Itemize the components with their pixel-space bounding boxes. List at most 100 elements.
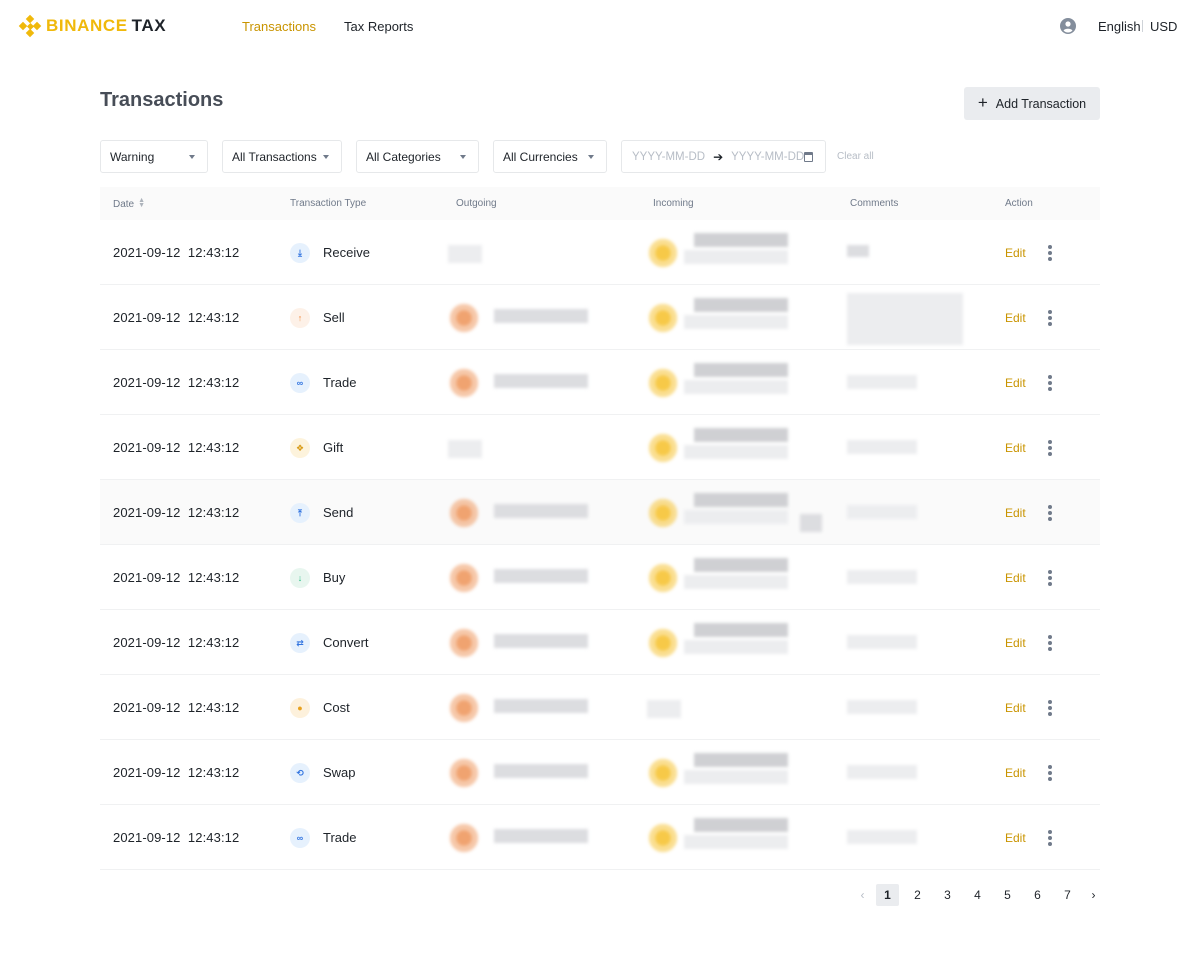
- clear-all-link[interactable]: Clear all: [837, 151, 874, 162]
- redacted-amount: [694, 298, 788, 312]
- edit-link[interactable]: Edit: [1005, 831, 1026, 845]
- more-options-icon[interactable]: [1045, 763, 1055, 783]
- transaction-type: Send: [323, 505, 354, 520]
- link-icon: ∞: [290, 373, 310, 393]
- edit-link[interactable]: Edit: [1005, 571, 1026, 585]
- redacted-amount: [494, 829, 588, 843]
- coin-icon: [645, 365, 681, 401]
- redacted-amount: [694, 818, 788, 832]
- table-row[interactable]: 2021-09-12 12:43:12 ↓ Buy Edit: [100, 545, 1100, 610]
- nav-transactions[interactable]: Transactions: [242, 19, 316, 34]
- pagination-page[interactable]: 1: [876, 884, 899, 906]
- redacted-amount: [494, 504, 588, 518]
- redacted-amount: [694, 233, 788, 247]
- pagination-next[interactable]: ›: [1082, 884, 1105, 906]
- more-options-icon[interactable]: [1045, 373, 1055, 393]
- edit-link[interactable]: Edit: [1005, 766, 1026, 780]
- calendar-icon[interactable]: [804, 152, 813, 162]
- pagination-prev[interactable]: ‹: [851, 884, 874, 906]
- more-options-icon[interactable]: [1045, 828, 1055, 848]
- date-to-input[interactable]: YYYY-MM-DD: [731, 151, 804, 163]
- add-transaction-button[interactable]: + Add Transaction: [964, 87, 1100, 120]
- arrow-down-icon: ↓: [290, 568, 310, 588]
- redacted-amount: [694, 558, 788, 572]
- table-row[interactable]: 2021-09-12 12:43:12 ↑ Sell Edit: [100, 285, 1100, 350]
- column-header-incoming: Incoming: [653, 198, 694, 209]
- redacted-amount: [647, 700, 681, 718]
- sort-icon[interactable]: ▲ ▼: [138, 197, 145, 209]
- edit-link[interactable]: Edit: [1005, 701, 1026, 715]
- edit-link[interactable]: Edit: [1005, 246, 1026, 260]
- transaction-date: 2021-09-12 12:43:12: [113, 765, 240, 780]
- brand-name: BINANCE TAX: [46, 16, 167, 35]
- redacted-amount: [847, 505, 917, 519]
- swap-icon: ⟲: [290, 763, 310, 783]
- more-options-icon[interactable]: [1045, 503, 1055, 523]
- currency-selector[interactable]: USD: [1150, 19, 1177, 34]
- gift-icon: ❖: [290, 438, 310, 458]
- pagination-page[interactable]: 2: [906, 884, 929, 906]
- table-row[interactable]: 2021-09-12 12:43:12 ⤓ Receive Edit: [100, 220, 1100, 285]
- transaction-type: Gift: [323, 440, 344, 455]
- more-options-icon[interactable]: [1045, 308, 1055, 328]
- table-row[interactable]: 2021-09-12 12:43:12 ⇄ Convert Edit: [100, 610, 1100, 675]
- redacted-amount: [847, 635, 917, 649]
- transaction-date: 2021-09-12 12:43:12: [113, 440, 240, 455]
- redacted-amount: [847, 765, 917, 779]
- more-options-icon[interactable]: [1045, 633, 1055, 653]
- user-circle-icon[interactable]: [1060, 18, 1076, 34]
- nav-tax-reports[interactable]: Tax Reports: [344, 19, 413, 34]
- edit-link[interactable]: Edit: [1005, 636, 1026, 650]
- table-row[interactable]: 2021-09-12 12:43:12 ● Cost Edit: [100, 675, 1100, 740]
- coin-icon: [446, 690, 482, 726]
- nav-divider: [1142, 20, 1143, 32]
- more-options-icon[interactable]: [1045, 698, 1055, 718]
- table-row[interactable]: 2021-09-12 12:43:12 ∞ Trade Edit: [100, 805, 1100, 870]
- status-filter-value: Warning: [110, 149, 155, 164]
- language-selector[interactable]: English: [1098, 19, 1141, 34]
- convert-icon: ⇄: [290, 633, 310, 653]
- redacted-amount: [448, 245, 482, 263]
- redacted-amount: [684, 640, 788, 654]
- coin-icon: [446, 820, 482, 856]
- column-header-date[interactable]: Date ▲ ▼: [113, 197, 145, 210]
- coin-icon: [446, 755, 482, 791]
- coin-icon: [645, 625, 681, 661]
- pagination-page[interactable]: 5: [996, 884, 1019, 906]
- more-options-icon[interactable]: [1045, 438, 1055, 458]
- arrow-up-icon: ↑: [290, 308, 310, 328]
- redacted-amount: [494, 699, 588, 713]
- coin-icon: [446, 625, 482, 661]
- transaction-date: 2021-09-12 12:43:12: [113, 505, 240, 520]
- pagination-page[interactable]: 4: [966, 884, 989, 906]
- coin-icon: [645, 560, 681, 596]
- coin-icon: [645, 755, 681, 791]
- table-row[interactable]: 2021-09-12 12:43:12 ⟲ Swap Edit: [100, 740, 1100, 805]
- more-options-icon[interactable]: [1045, 243, 1055, 263]
- table-row[interactable]: 2021-09-12 12:43:12 ∞ Trade Edit: [100, 350, 1100, 415]
- status-filter[interactable]: Warning: [100, 140, 208, 173]
- coin-icon: [446, 560, 482, 596]
- edit-link[interactable]: Edit: [1005, 376, 1026, 390]
- pagination-page[interactable]: 3: [936, 884, 959, 906]
- logo[interactable]: BINANCE TAX: [18, 14, 167, 38]
- table-row[interactable]: 2021-09-12 12:43:12 ⤒ Send Edit: [100, 480, 1100, 545]
- transactions-filter[interactable]: All Transactions: [222, 140, 342, 173]
- date-range-picker[interactable]: YYYY-MM-DD ➔ YYYY-MM-DD: [621, 140, 826, 173]
- more-options-icon[interactable]: [1045, 568, 1055, 588]
- coin-icon: [446, 300, 482, 336]
- pagination-page[interactable]: 7: [1056, 884, 1079, 906]
- categories-filter-value: All Categories: [366, 149, 441, 164]
- pagination-page[interactable]: 6: [1026, 884, 1049, 906]
- table-row[interactable]: 2021-09-12 12:43:12 ❖ Gift Edit: [100, 415, 1100, 480]
- edit-link[interactable]: Edit: [1005, 311, 1026, 325]
- currencies-filter[interactable]: All Currencies: [493, 140, 607, 173]
- add-transaction-label: Add Transaction: [995, 96, 1087, 111]
- edit-link[interactable]: Edit: [1005, 506, 1026, 520]
- redacted-amount: [684, 510, 788, 524]
- edit-link[interactable]: Edit: [1005, 441, 1026, 455]
- redacted-amount: [494, 634, 588, 648]
- categories-filter[interactable]: All Categories: [356, 140, 479, 173]
- link-icon: ∞: [290, 828, 310, 848]
- date-from-input[interactable]: YYYY-MM-DD: [632, 151, 705, 163]
